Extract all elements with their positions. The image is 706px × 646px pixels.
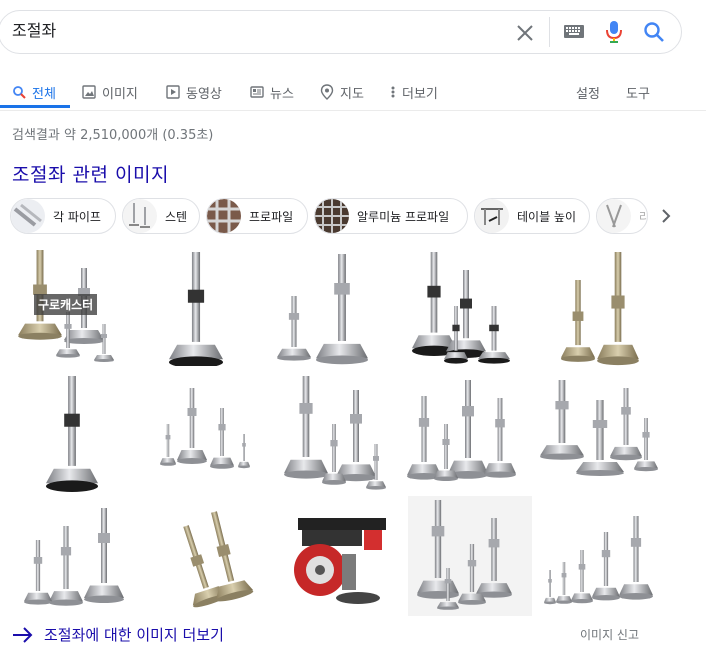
search-icon[interactable] [642,20,666,44]
search-divider [549,17,550,47]
chip-label: 테이블 높이 [517,209,577,224]
image-result[interactable] [272,250,382,368]
related-images-title[interactable]: 조절좌 관련 이미지 [12,160,169,187]
chip-label: 각 파이프 [53,209,101,224]
tab-label: 지도 [340,86,364,102]
report-images-link[interactable]: 이미지 신고 [580,626,639,643]
chip-label: 프로파일 [249,209,294,224]
tab-maps[interactable]: 지도 [320,80,364,104]
chevron-right-icon[interactable] [656,206,676,226]
chip-label: 라 [639,208,647,225]
more-vert-icon [391,86,395,98]
more-images-link[interactable]: 조절좌에 대한 이미지 더보기 [12,624,224,645]
chip-pipe[interactable]: 각 파이프 [10,198,116,234]
image-result[interactable] [410,250,526,366]
image-result[interactable] [150,510,268,610]
chip-aluminum-profile[interactable]: 알루미늄 프로파일 [314,198,468,234]
image-result[interactable] [158,248,234,366]
chip-thumbnail [315,199,349,233]
image-result[interactable] [18,506,126,610]
tab-more[interactable]: 더보기 [390,80,438,104]
result-stats: 검색결과 약 2,510,000개 (0.35초) [12,128,214,143]
image-result[interactable] [408,496,532,616]
image-result[interactable] [556,250,656,366]
keyboard-icon[interactable] [564,24,584,40]
tab-label: 더보기 [402,86,438,102]
settings-link[interactable]: 설정 [576,80,600,104]
search-icon [13,86,26,99]
image-result[interactable] [276,374,392,492]
image-overlay-label: 구로캐스터 [34,294,98,315]
chip-thumbnail [597,199,631,233]
search-input[interactable]: 조절좌 [12,22,56,40]
tab-label: 동영상 [186,86,222,102]
video-icon [166,85,180,99]
image-result[interactable] [38,374,106,492]
image-result[interactable] [286,514,390,610]
chip-thumbnail [123,199,157,233]
chip-stainless[interactable]: 스텐 [122,198,200,234]
chip-more[interactable]: 라 [596,198,648,234]
tab-label: 전체 [32,86,56,102]
tools-link[interactable]: 도구 [626,80,650,104]
chip-thumbnail [475,199,509,233]
image-result[interactable] [540,514,660,610]
search-tabs: 전체 이미지 동영상 뉴스 지도 더보기 설정 도구 [0,74,706,110]
chip-label: 알루미늄 프로파일 [357,209,450,224]
chip-thumbnail [207,199,241,233]
chip-profile[interactable]: 프로파일 [206,198,308,234]
tab-images[interactable]: 이미지 [82,80,138,104]
clear-icon[interactable] [514,22,536,44]
chip-thumbnail [11,199,45,233]
tab-all[interactable]: 전체 [12,80,56,104]
image-icon [82,85,96,99]
news-icon [250,86,264,98]
image-result[interactable] [406,378,522,486]
chip-table-height[interactable]: 테이블 높이 [474,198,590,234]
chip-label: 스텐 [165,209,188,224]
image-result[interactable] [152,384,252,476]
tabs-divider [0,110,706,111]
mic-icon[interactable] [604,20,624,44]
active-tab-indicator [0,105,70,108]
tab-label: 뉴스 [270,86,294,102]
more-images-label: 조절좌에 대한 이미지 더보기 [44,626,224,644]
tab-videos[interactable]: 동영상 [166,80,222,104]
image-result[interactable] [532,378,660,484]
map-pin-icon [320,84,334,100]
tab-label: 이미지 [102,86,138,102]
arrow-right-icon [13,626,33,643]
tab-news[interactable]: 뉴스 [250,80,294,104]
